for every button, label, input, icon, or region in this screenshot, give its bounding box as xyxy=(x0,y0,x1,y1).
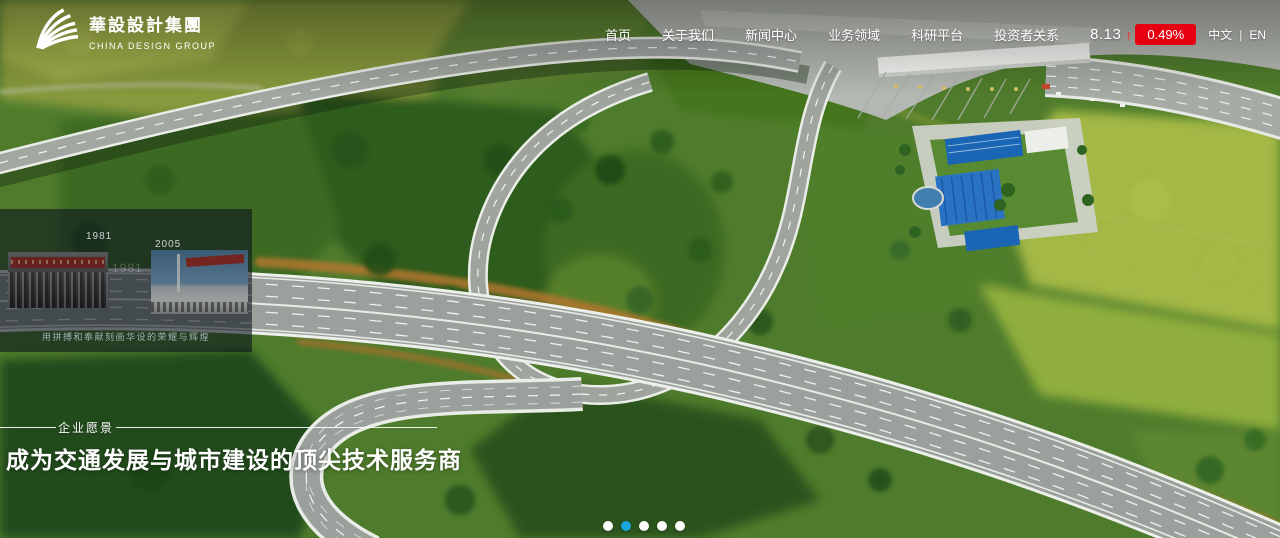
nav-item-business[interactable]: 业务领域 xyxy=(828,25,880,44)
hero-headline: 成为交通发展与城市建设的顶尖技术服务商 xyxy=(6,441,462,475)
label-line-left xyxy=(0,427,56,428)
hero-banner: 華設設計集團 CHINA DESIGN GROUP 首页 关于我们 新闻中心 业… xyxy=(0,0,1280,538)
language-switcher: 中文 | EN xyxy=(1208,26,1266,43)
red-banner xyxy=(186,254,244,267)
nav-item-research[interactable]: 科研平台 xyxy=(911,25,963,44)
history-caption: 用拼搏和奉献刻画华设的荣耀与辉煌 xyxy=(0,330,252,343)
carousel-dot-2[interactable] xyxy=(621,521,631,531)
vision-section-label-row: 企业愿景 xyxy=(0,420,437,434)
timeline-year-1981: 1981 xyxy=(86,231,112,242)
history-photo-1981 xyxy=(8,252,108,308)
brand-name-cn: 華設設計集團 xyxy=(89,14,216,38)
history-timeline-card[interactable]: 1981 2005 1981 用拼搏和奉献刻画华设的荣耀与辉煌 xyxy=(0,209,252,352)
fan-stripes-icon xyxy=(33,8,79,50)
nav-item-home[interactable]: 首页 xyxy=(605,25,631,44)
timeline-year-ghost: 1981 xyxy=(112,261,143,275)
label-line-right xyxy=(116,427,437,428)
carousel-dots xyxy=(603,521,685,531)
vision-section-label: 企业愿景 xyxy=(58,419,114,436)
red-banner xyxy=(11,257,105,268)
stock-price[interactable]: 8.13 xyxy=(1090,26,1121,43)
brand-logo[interactable]: 華設設計集團 CHINA DESIGN GROUP xyxy=(33,8,216,51)
brand-logo-text: 華設設計集團 CHINA DESIGN GROUP xyxy=(89,8,216,51)
timeline-year-2005: 2005 xyxy=(155,239,181,250)
carousel-dot-4[interactable] xyxy=(657,521,667,531)
nav-item-investor[interactable]: 投资者关系 xyxy=(994,25,1059,44)
site-header: 華設設計集團 CHINA DESIGN GROUP 首页 关于我们 新闻中心 业… xyxy=(0,0,1280,70)
brand-name-en: CHINA DESIGN GROUP xyxy=(89,41,216,51)
main-nav: 首页 关于我们 新闻中心 业务领域 科研平台 投资者关系 8.13 ↑ 0.49… xyxy=(605,24,1266,45)
stock-quote: 8.13 ↑ 0.49% xyxy=(1090,24,1196,45)
nav-item-about[interactable]: 关于我们 xyxy=(662,25,714,44)
lang-en-link[interactable]: EN xyxy=(1249,28,1266,42)
history-photo-2005 xyxy=(151,250,248,314)
carousel-dot-5[interactable] xyxy=(675,521,685,531)
stock-up-arrow-icon: ↑ xyxy=(1125,27,1132,43)
carousel-dot-3[interactable] xyxy=(639,521,649,531)
flag-pole xyxy=(177,254,180,292)
group-photo-crowd xyxy=(151,302,248,312)
nav-item-news[interactable]: 新闻中心 xyxy=(745,25,797,44)
group-photo-crowd xyxy=(8,272,108,308)
carousel-dot-1[interactable] xyxy=(603,521,613,531)
lang-zh-link[interactable]: 中文 xyxy=(1208,26,1232,43)
stock-change-badge[interactable]: 0.49% xyxy=(1135,24,1196,45)
lang-divider: | xyxy=(1239,28,1242,42)
